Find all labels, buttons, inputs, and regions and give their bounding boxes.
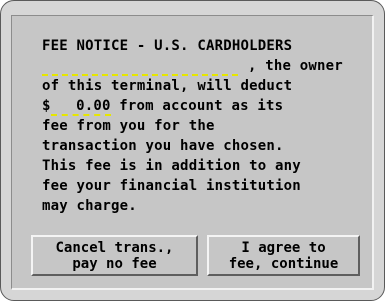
cancel-transaction-button[interactable]: Cancel trans., pay no fee (31, 235, 198, 276)
notice-line-3: of this terminal, will deduct (42, 78, 293, 94)
owner-line: , the owner (42, 56, 343, 76)
notice-line-7: This fee is in addition to any (42, 158, 301, 174)
owner-suffix: , the owner (248, 58, 343, 74)
notice-line-9: may charge. (42, 198, 137, 214)
amount-suffix: from account as its (110, 98, 284, 114)
fee-amount: 0.00 (50, 96, 111, 116)
owner-name-blank (42, 56, 238, 76)
notice-line-5: fee from you for the (42, 118, 215, 134)
notice-title: FEE NOTICE - U.S. CARDHOLDERS (42, 38, 293, 54)
notice-line-8: fee your financial institution (42, 178, 301, 194)
agree-continue-button[interactable]: I agree to fee, continue (207, 235, 360, 276)
notice-line-6: transaction you have chosen. (42, 138, 284, 154)
currency-symbol: $ (42, 98, 51, 114)
amount-line: $0.00 from account as its (42, 96, 283, 116)
